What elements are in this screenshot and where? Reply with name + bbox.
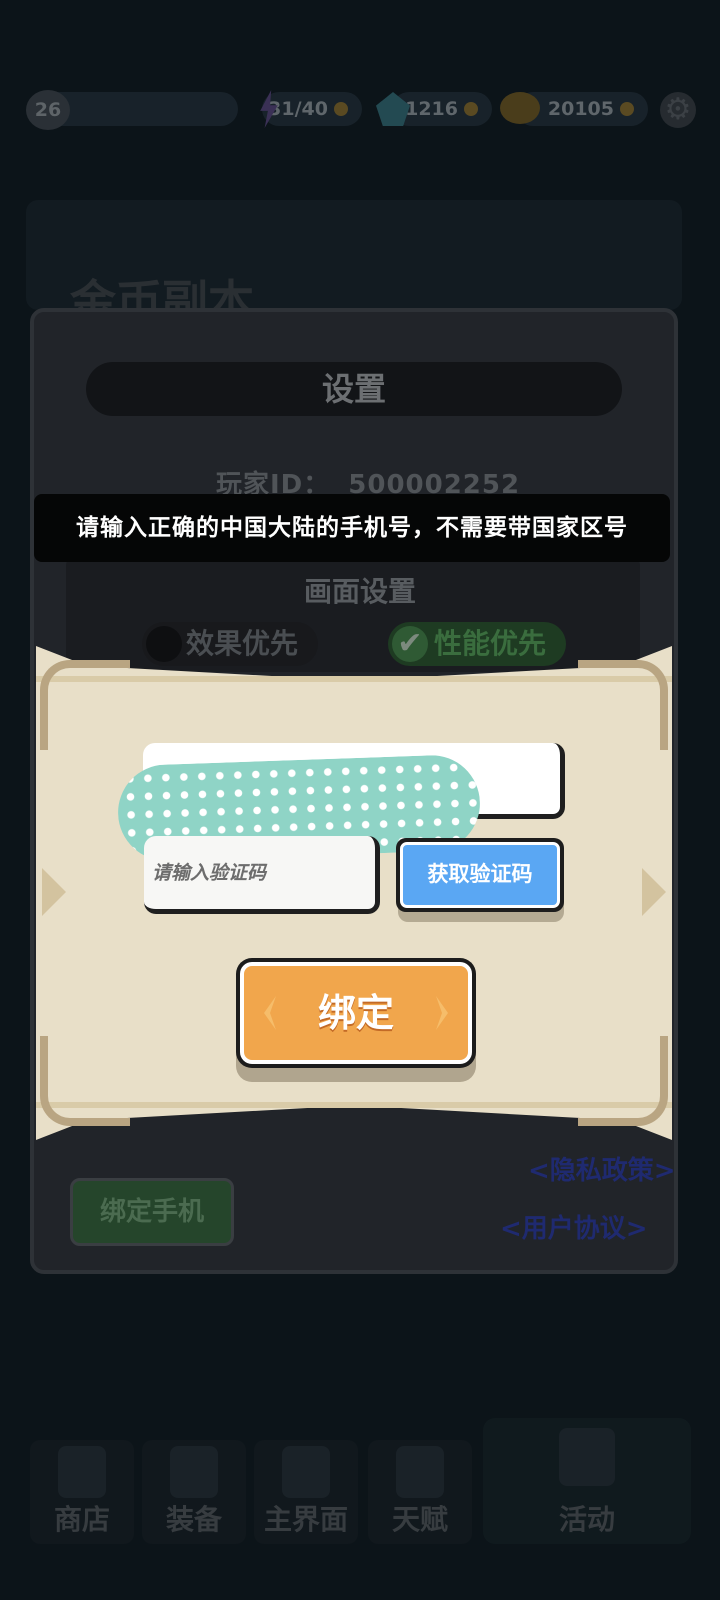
add-energy-icon[interactable]	[334, 102, 348, 116]
ornament-corner-icon	[40, 1036, 130, 1126]
castle-icon	[282, 1446, 330, 1498]
nav-talent[interactable]: 天赋	[368, 1440, 472, 1544]
gem-value: 1216	[405, 98, 458, 120]
gold-value: 20105	[547, 98, 614, 120]
user-agreement-link[interactable]: <用户协议>	[500, 1208, 648, 1245]
chevron-right-icon	[436, 996, 448, 1030]
sword-shield-icon	[170, 1446, 218, 1498]
activity-emblem-icon	[559, 1428, 615, 1486]
privacy-policy-link[interactable]: <隐私政策>	[528, 1150, 676, 1187]
ornament-corner-icon	[578, 1036, 668, 1126]
toast-message: 请输入正确的中国大陆的手机号，不需要带国家区号	[34, 494, 670, 562]
bind-button[interactable]: 绑定	[236, 958, 476, 1068]
energy-value: 31/40	[268, 98, 328, 120]
verification-code-input[interactable]: 请输入验证码	[144, 836, 380, 914]
parchment-bottom-edge	[36, 1102, 672, 1108]
shop-chest-icon	[58, 1446, 106, 1498]
bind-button-face: 绑定	[240, 962, 472, 1064]
bind-phone-button[interactable]: 绑定手机	[70, 1178, 234, 1246]
add-gold-icon[interactable]	[620, 102, 634, 116]
chevron-left-icon	[256, 996, 276, 1030]
settings-title: 设置	[86, 362, 622, 416]
nav-shop-label: 商店	[53, 1503, 110, 1536]
nav-main-label: 主界面	[263, 1503, 348, 1536]
talent-book-icon	[396, 1446, 444, 1498]
nav-talent-label: 天赋	[391, 1503, 448, 1536]
display-settings-title: 画面设置	[303, 575, 416, 608]
nav-shop[interactable]: 商店	[30, 1440, 134, 1544]
get-code-button[interactable]: 获取验证码	[396, 838, 564, 912]
nav-activity[interactable]: 活动	[483, 1418, 691, 1544]
add-gem-icon[interactable]	[464, 102, 478, 116]
bind-button-label: 绑定	[317, 991, 394, 1035]
energy-counter[interactable]: 31/40	[262, 92, 362, 126]
gold-coins-icon	[500, 92, 540, 124]
level-badge: 26	[26, 90, 70, 130]
nav-equipment-label: 装备	[165, 1503, 222, 1536]
ornament-corner-icon	[578, 660, 668, 750]
ornament-corner-icon	[40, 660, 130, 750]
nav-activity-label: 活动	[558, 1503, 615, 1536]
get-code-label: 获取验证码	[400, 842, 560, 908]
parchment-top-edge	[36, 676, 672, 682]
nav-equipment[interactable]: 装备	[142, 1440, 246, 1544]
gear-icon[interactable]: ⚙	[660, 92, 696, 128]
nav-main[interactable]: 主界面	[254, 1440, 358, 1544]
